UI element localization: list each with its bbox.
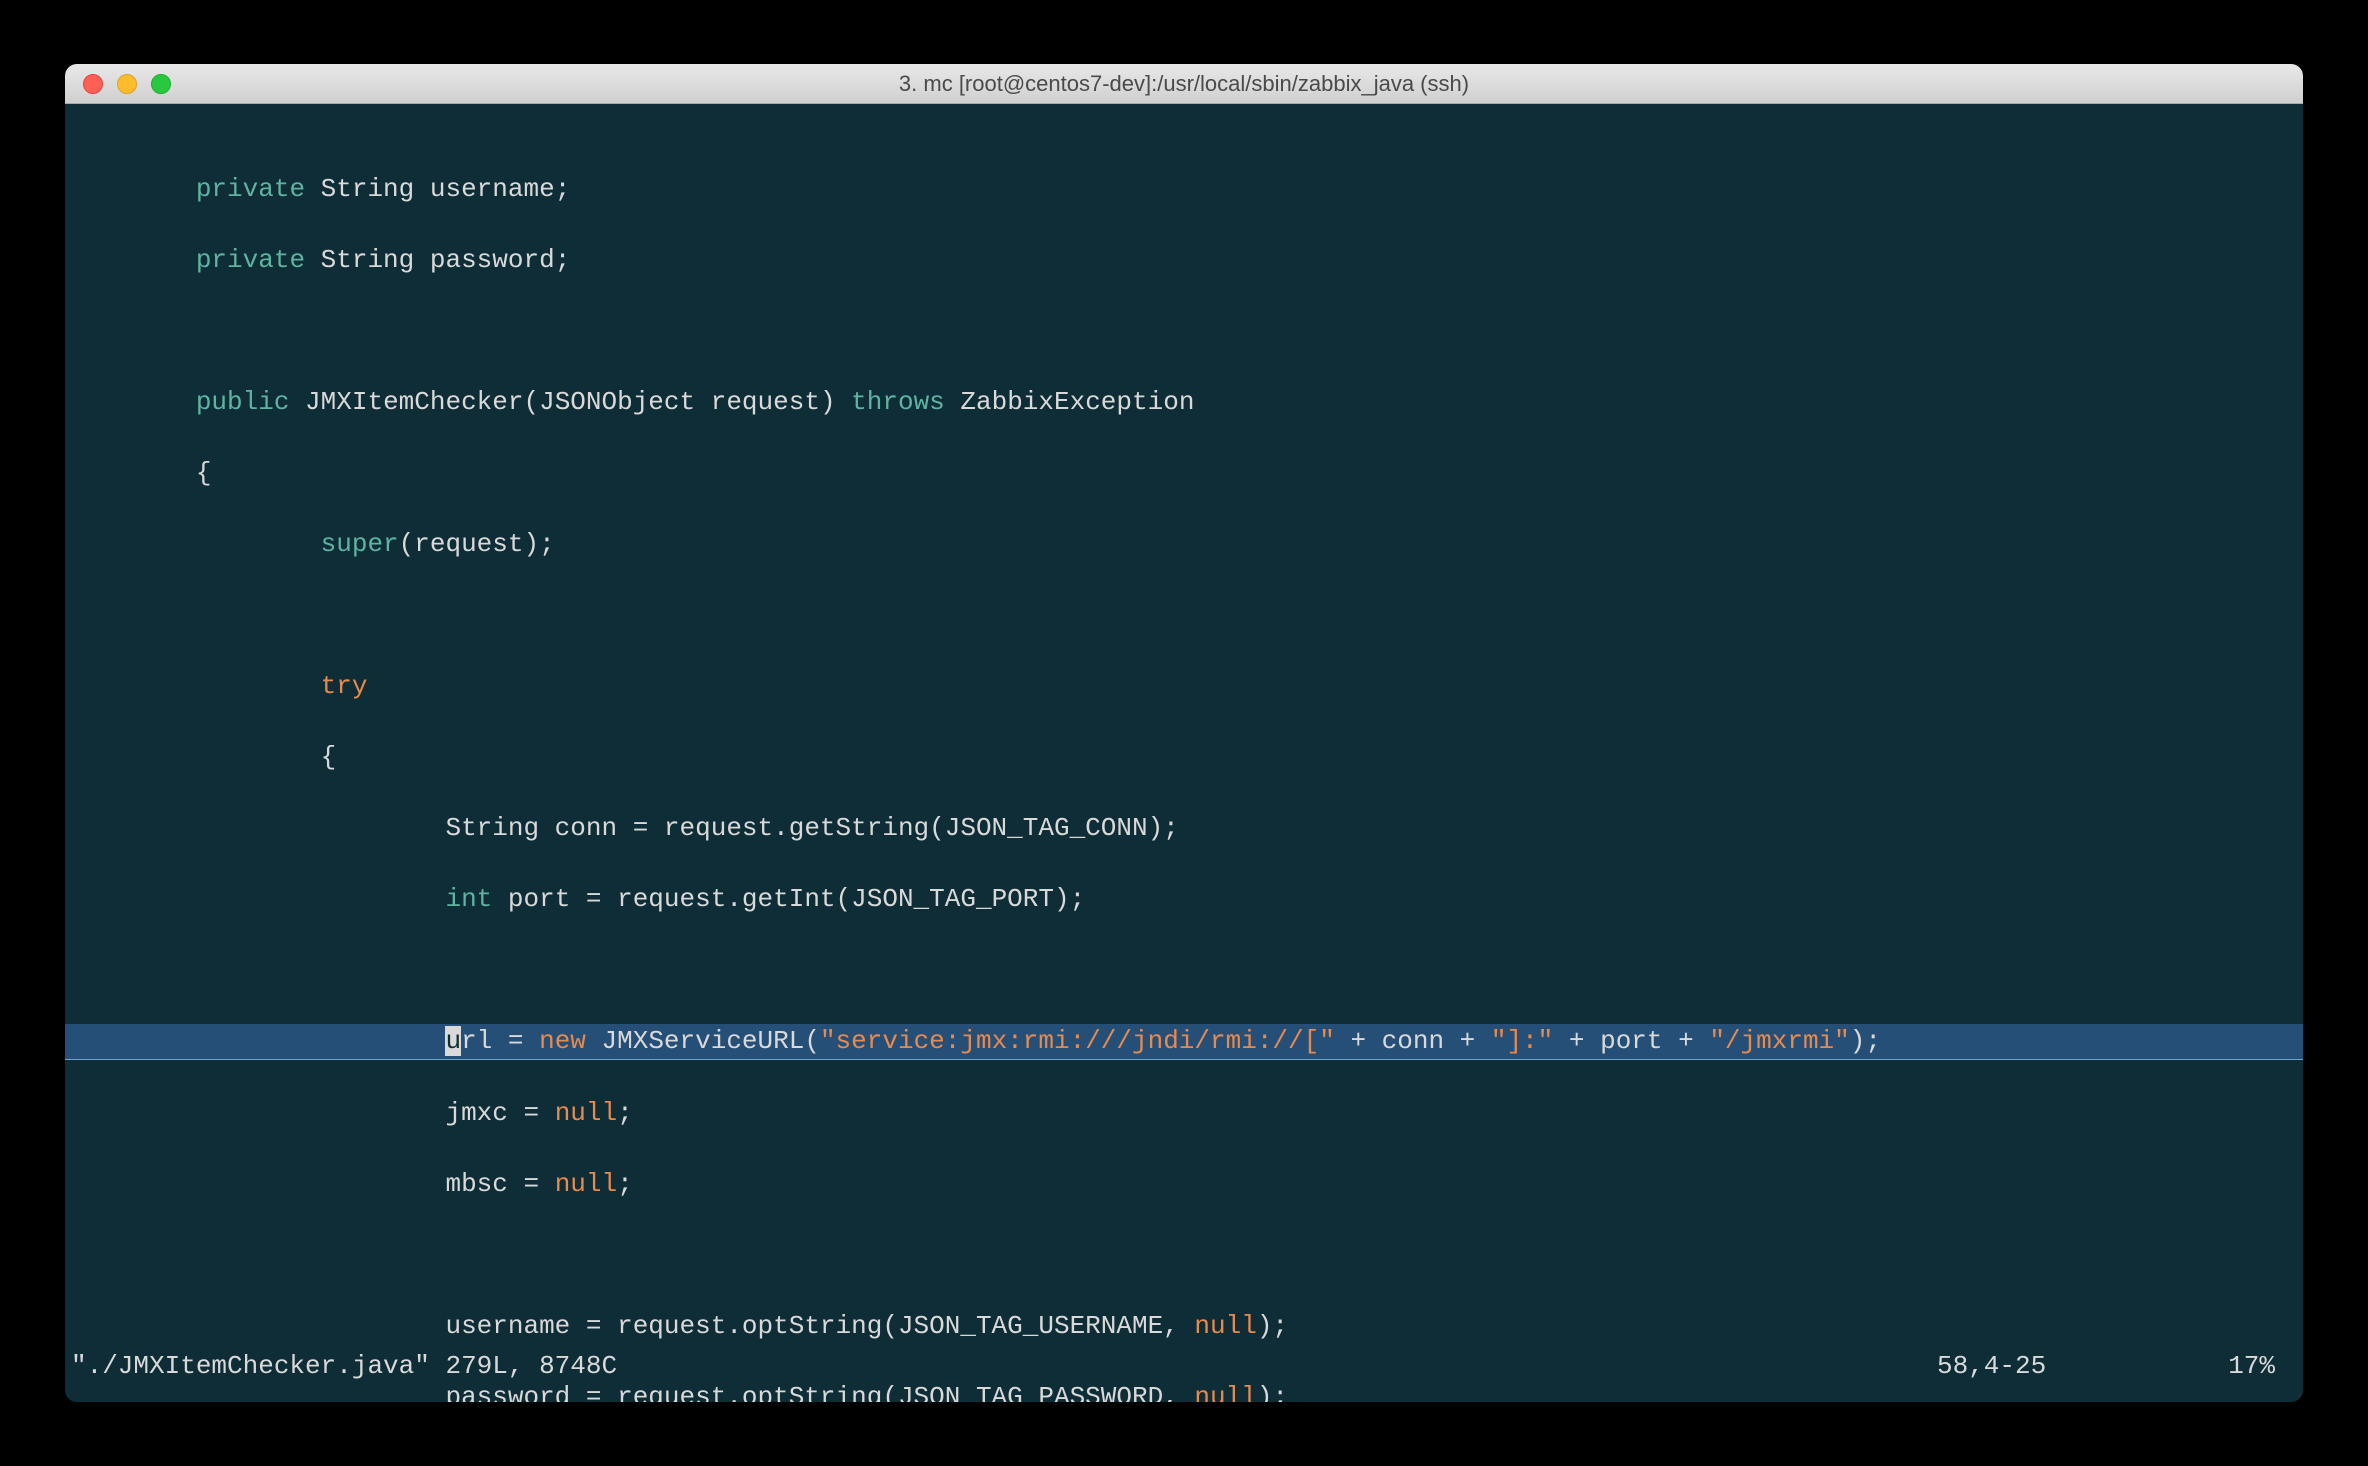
minimize-icon[interactable] (117, 74, 137, 94)
terminal-window: 3. mc [root@centos7-dev]:/usr/local/sbin… (65, 64, 2303, 1402)
code-line: try (65, 669, 2303, 705)
status-file: "./JMXItemChecker.java" 279L, 8748C (71, 1349, 1937, 1385)
code-line: int port = request.getInt(JSON_TAG_PORT)… (65, 882, 2303, 918)
code-line: super(request); (65, 527, 2303, 563)
code-line: public JMXItemChecker(JSONObject request… (65, 385, 2303, 421)
window-title: 3. mc [root@centos7-dev]:/usr/local/sbin… (65, 71, 2303, 97)
code-line: private String username; (65, 172, 2303, 208)
status-position: 58,4-25 (1937, 1349, 2177, 1385)
cursor: u (445, 1026, 461, 1056)
close-icon[interactable] (83, 74, 103, 94)
titlebar: 3. mc [root@centos7-dev]:/usr/local/sbin… (65, 64, 2303, 104)
status-scroll: 17% (2177, 1349, 2297, 1385)
code-line (65, 1238, 2303, 1274)
code-line: mbsc = null; (65, 1167, 2303, 1203)
code-line: { (65, 740, 2303, 776)
vim-statusbar: "./JMXItemChecker.java" 279L, 8748C 58,4… (65, 1349, 2303, 1385)
code-line: username = request.optString(JSON_TAG_US… (65, 1309, 2303, 1345)
code-line: jmxc = null; (65, 1096, 2303, 1132)
code-line: private String password; (65, 243, 2303, 279)
code-line: String conn = request.getString(JSON_TAG… (65, 811, 2303, 847)
traffic-lights (83, 74, 171, 94)
code-line (65, 598, 2303, 634)
code-line: { (65, 456, 2303, 492)
code-line (65, 314, 2303, 350)
terminal-content[interactable]: private String username; private String … (65, 104, 2303, 1402)
highlighted-line: url = new JMXServiceURL("service:jmx:rmi… (65, 1024, 2303, 1061)
code-line (65, 953, 2303, 989)
zoom-icon[interactable] (151, 74, 171, 94)
